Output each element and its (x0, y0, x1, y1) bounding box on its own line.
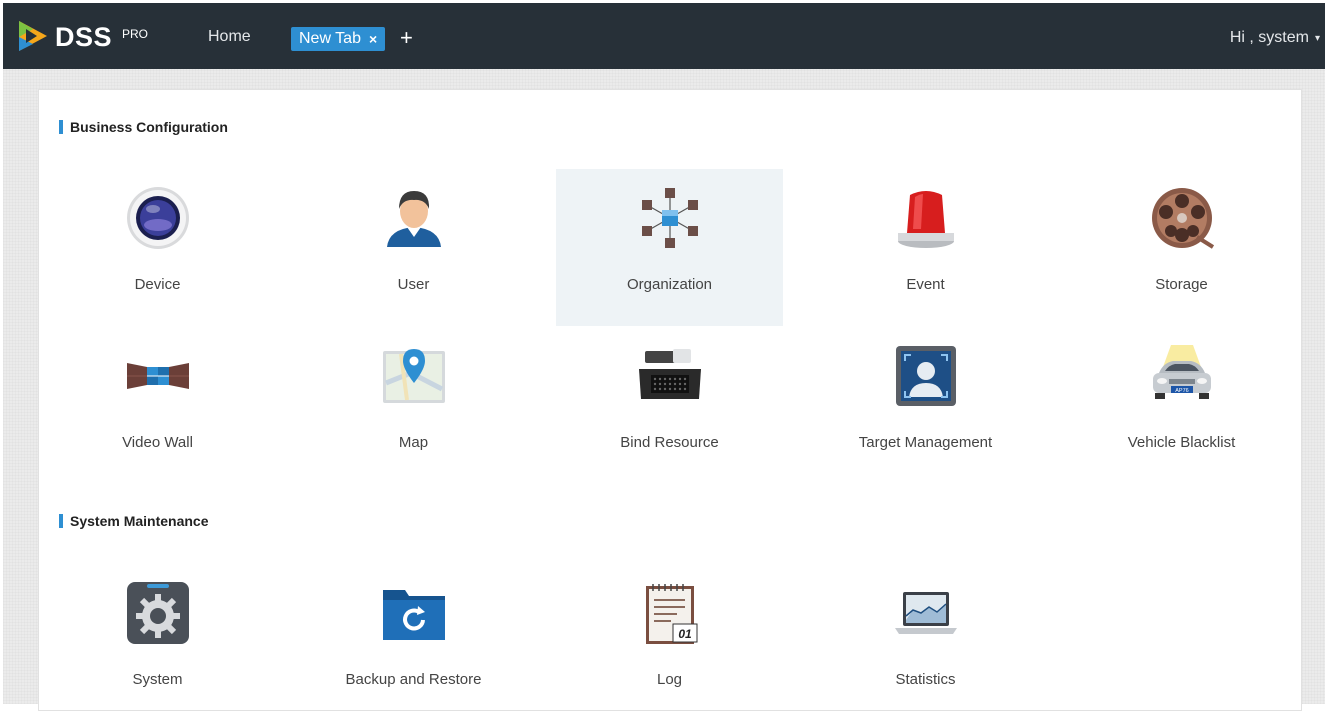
top-navigation-bar: DSS PRO Home New Tab × + Hi , system ▾ (3, 3, 1325, 69)
video-wall-icon (125, 343, 191, 409)
tile-label: Vehicle Blacklist (1127, 434, 1236, 451)
user-icon (381, 185, 447, 251)
tile-label: Log (656, 671, 683, 688)
tile-label: Statistics (895, 671, 956, 688)
tile-storage[interactable]: Storage (1068, 169, 1295, 326)
tile-event[interactable]: Event (812, 169, 1039, 326)
nav-home-tab[interactable]: Home (208, 28, 251, 46)
brand-suffix: PRO (122, 27, 149, 41)
tile-target-management[interactable]: Target Management (812, 327, 1039, 484)
config-panel: Business Configuration Device User Organ… (38, 89, 1302, 711)
chevron-down-icon: ▾ (1314, 32, 1320, 44)
statistics-laptop-icon (893, 580, 959, 646)
tile-map[interactable]: Map (300, 327, 527, 484)
brand-name: DSS (55, 22, 113, 52)
tile-label: Video Wall (122, 434, 193, 451)
log-notepad-icon: 01 (637, 580, 703, 646)
tile-system[interactable]: System (44, 564, 271, 721)
tile-label: Device (134, 276, 181, 293)
tile-bind-resource[interactable]: Bind Resource (556, 327, 783, 484)
tile-backup-restore[interactable]: Backup and Restore (300, 564, 527, 721)
tab-new-tab[interactable]: New Tab × (291, 27, 386, 51)
map-pin-icon (381, 343, 447, 409)
device-icon (125, 185, 191, 251)
section-title-business: Business Configuration (59, 120, 228, 134)
tile-organization[interactable]: Organization (556, 169, 783, 326)
organization-icon (637, 185, 703, 251)
tile-label: Storage (1155, 276, 1208, 293)
tile-user[interactable]: User (300, 169, 527, 326)
tile-label: Bind Resource (620, 434, 719, 451)
close-icon[interactable]: × (369, 27, 377, 51)
tile-device[interactable]: Device (44, 169, 271, 326)
tile-label: Organization (626, 276, 713, 293)
tile-vehicle-blacklist[interactable]: AP76 Vehicle Blacklist (1068, 327, 1295, 484)
tile-video-wall[interactable]: Video Wall (44, 327, 271, 484)
dss-logo-icon (19, 21, 47, 51)
tab-label: New Tab (299, 30, 361, 47)
log-date-text: 01 (678, 627, 692, 641)
vehicle-plate-text: AP76 (1175, 388, 1188, 394)
tile-label: Backup and Restore (345, 671, 482, 688)
bind-resource-icon (637, 343, 703, 409)
vehicle-icon: AP76 (1149, 343, 1215, 409)
tile-log[interactable]: 01 Log (556, 564, 783, 721)
user-greeting: Hi , system (1229, 29, 1309, 46)
tile-label: Target Management (858, 434, 993, 451)
storage-film-reel-icon (1149, 185, 1215, 251)
tile-label: Map (398, 434, 429, 451)
backup-folder-icon (381, 580, 447, 646)
section-title-maintenance: System Maintenance (59, 514, 209, 528)
tile-label: System (132, 671, 183, 688)
tile-label: User (397, 276, 430, 293)
event-alarm-icon (893, 185, 959, 251)
add-tab-button[interactable]: + (400, 25, 413, 51)
tile-statistics[interactable]: Statistics (812, 564, 1039, 721)
user-menu[interactable]: Hi , system ▾ (1230, 29, 1320, 47)
tile-label: Event (906, 276, 945, 293)
system-gear-icon (125, 580, 191, 646)
target-management-icon (893, 343, 959, 409)
